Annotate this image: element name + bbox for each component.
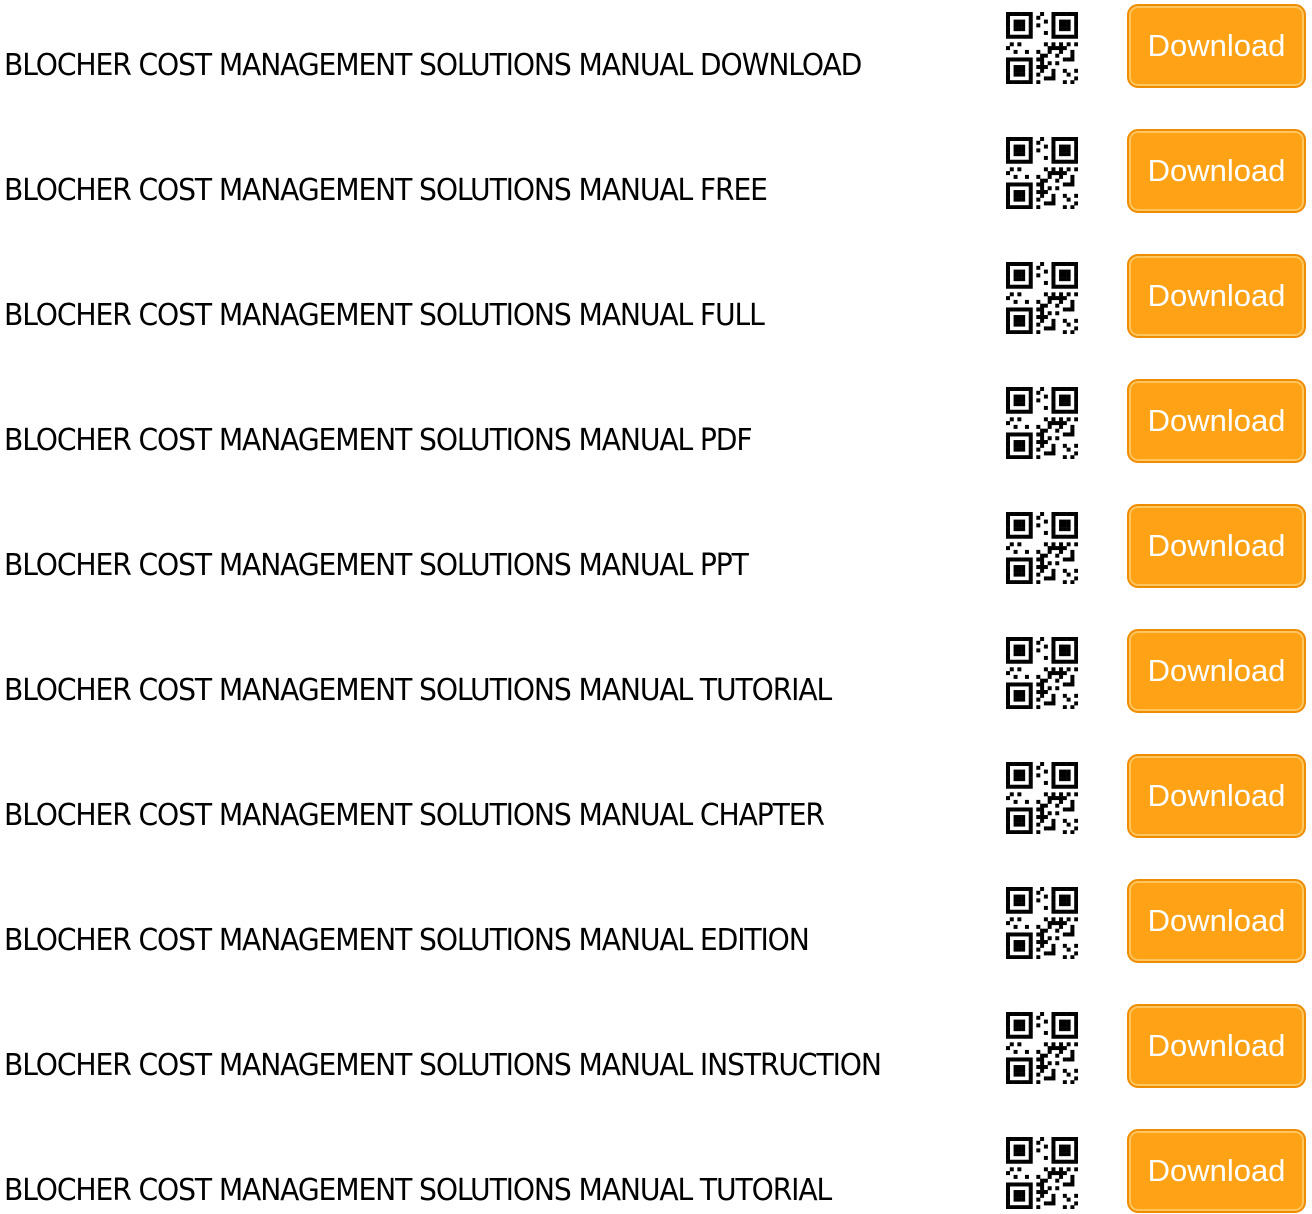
qr-code-icon: [1006, 637, 1078, 709]
download-button[interactable]: Download: [1127, 504, 1306, 588]
qr-code-icon: [1006, 1012, 1078, 1084]
item-title: BLOCHER COST MANAGEMENT SOLUTIONS MANUAL…: [4, 798, 825, 833]
list-item: BLOCHER COST MANAGEMENT SOLUTIONS MANUAL…: [0, 500, 1312, 596]
qr-code-icon: [1006, 387, 1078, 459]
qr-code-icon: [1006, 262, 1078, 334]
list-item: BLOCHER COST MANAGEMENT SOLUTIONS MANUAL…: [0, 625, 1312, 721]
list-item: BLOCHER COST MANAGEMENT SOLUTIONS MANUAL…: [0, 0, 1312, 96]
download-button[interactable]: Download: [1127, 879, 1306, 963]
item-title: BLOCHER COST MANAGEMENT SOLUTIONS MANUAL…: [4, 548, 749, 583]
item-title: BLOCHER COST MANAGEMENT SOLUTIONS MANUAL…: [4, 298, 765, 333]
list-item: BLOCHER COST MANAGEMENT SOLUTIONS MANUAL…: [0, 375, 1312, 471]
list-item: BLOCHER COST MANAGEMENT SOLUTIONS MANUAL…: [0, 1125, 1312, 1214]
list-item: BLOCHER COST MANAGEMENT SOLUTIONS MANUAL…: [0, 875, 1312, 971]
item-title: BLOCHER COST MANAGEMENT SOLUTIONS MANUAL…: [4, 173, 768, 208]
download-button[interactable]: Download: [1127, 4, 1306, 88]
item-title: BLOCHER COST MANAGEMENT SOLUTIONS MANUAL…: [4, 923, 810, 958]
item-title: BLOCHER COST MANAGEMENT SOLUTIONS MANUAL…: [4, 1173, 832, 1208]
qr-code-icon: [1006, 137, 1078, 209]
download-button[interactable]: Download: [1127, 129, 1306, 213]
list-item: BLOCHER COST MANAGEMENT SOLUTIONS MANUAL…: [0, 250, 1312, 346]
download-button[interactable]: Download: [1127, 254, 1306, 338]
qr-code-icon: [1006, 762, 1078, 834]
item-title: BLOCHER COST MANAGEMENT SOLUTIONS MANUAL…: [4, 48, 862, 83]
download-button[interactable]: Download: [1127, 629, 1306, 713]
list-item: BLOCHER COST MANAGEMENT SOLUTIONS MANUAL…: [0, 750, 1312, 846]
list-item: BLOCHER COST MANAGEMENT SOLUTIONS MANUAL…: [0, 125, 1312, 221]
list-item: BLOCHER COST MANAGEMENT SOLUTIONS MANUAL…: [0, 1000, 1312, 1096]
item-title: BLOCHER COST MANAGEMENT SOLUTIONS MANUAL…: [4, 673, 832, 708]
qr-code-icon: [1006, 1137, 1078, 1209]
download-button[interactable]: Download: [1127, 1004, 1306, 1088]
item-title: BLOCHER COST MANAGEMENT SOLUTIONS MANUAL…: [4, 423, 753, 458]
qr-code-icon: [1006, 887, 1078, 959]
download-button[interactable]: Download: [1127, 1129, 1306, 1213]
qr-code-icon: [1006, 12, 1078, 84]
qr-code-icon: [1006, 512, 1078, 584]
item-title: BLOCHER COST MANAGEMENT SOLUTIONS MANUAL…: [4, 1048, 882, 1083]
download-button[interactable]: Download: [1127, 379, 1306, 463]
download-list: BLOCHER COST MANAGEMENT SOLUTIONS MANUAL…: [0, 0, 1312, 1214]
download-button[interactable]: Download: [1127, 754, 1306, 838]
